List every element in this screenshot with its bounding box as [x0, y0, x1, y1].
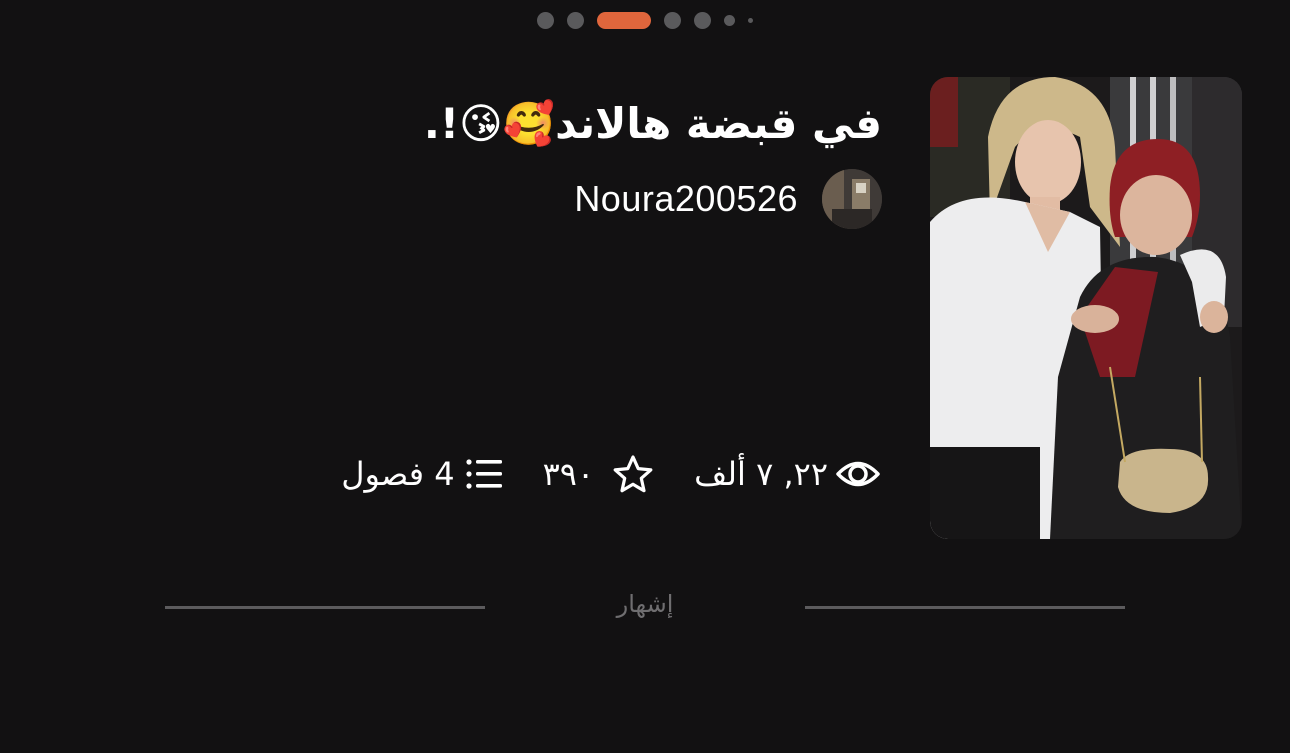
eye-icon: [836, 457, 880, 491]
pager-dot[interactable]: [724, 15, 735, 26]
pager-dot[interactable]: [694, 12, 711, 29]
avatar-image: [822, 169, 882, 229]
story-detail-page: في قبضة هالاند🥰😘!. Noura200526 ٢٢, ٧ ألف: [0, 0, 1290, 753]
pager-dot-active[interactable]: [597, 12, 651, 29]
story-stats: ٢٢, ٧ ألف ٣٩٠ 4 فصول: [341, 450, 880, 498]
votes-stat: ٣٩٠: [543, 450, 655, 498]
author-name[interactable]: Noura200526: [574, 178, 798, 220]
pager-dot[interactable]: [748, 18, 753, 23]
reads-stat: ٢٢, ٧ ألف: [694, 450, 880, 498]
pager-dot[interactable]: [567, 12, 584, 29]
pager-dot[interactable]: [664, 12, 681, 29]
story-title[interactable]: في قبضة هالاند🥰😘!.: [322, 88, 882, 160]
author-row[interactable]: Noura200526: [574, 169, 882, 229]
pager-dot[interactable]: [537, 12, 554, 29]
parts-stat[interactable]: 4 فصول: [341, 450, 502, 498]
votes-count: ٣٩٠: [542, 455, 595, 493]
star-icon: [612, 454, 654, 494]
reads-count: ٢٢, ٧ ألف: [694, 455, 828, 493]
story-cover-image[interactable]: [930, 77, 1242, 539]
ad-label: إشهار: [616, 590, 674, 618]
parts-count: 4 فصول: [341, 455, 455, 493]
author-avatar[interactable]: [822, 169, 882, 229]
cover-illustration: [930, 77, 1242, 539]
list-icon: [465, 457, 503, 491]
carousel-pager: [0, 11, 1290, 29]
